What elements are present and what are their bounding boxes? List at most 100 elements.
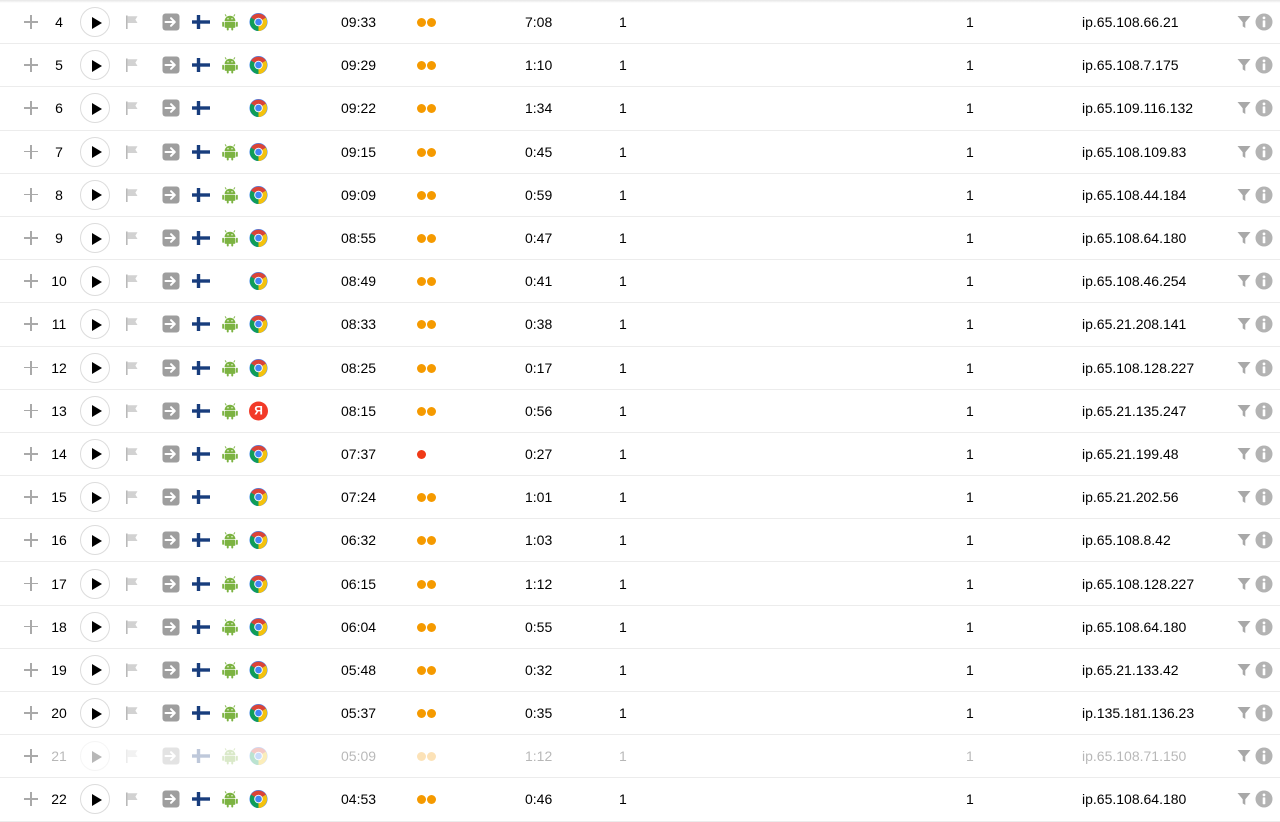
- play-recording-button[interactable]: [80, 309, 110, 340]
- expand-plus-icon[interactable]: [24, 58, 38, 73]
- funnel-filter-icon[interactable]: [1237, 231, 1251, 245]
- flag-icon[interactable]: [124, 576, 140, 592]
- play-recording-button[interactable]: [80, 7, 110, 38]
- info-icon[interactable]: [1255, 531, 1273, 549]
- play-recording-button[interactable]: [80, 93, 110, 124]
- flag-icon[interactable]: [124, 57, 140, 73]
- expand-plus-icon[interactable]: [24, 15, 38, 30]
- flag-icon[interactable]: [124, 144, 140, 160]
- funnel-filter-icon[interactable]: [1237, 15, 1251, 29]
- expand-plus-icon[interactable]: [24, 706, 38, 721]
- expand-plus-icon[interactable]: [24, 403, 38, 418]
- play-recording-button[interactable]: [80, 50, 110, 81]
- expand-plus-icon[interactable]: [24, 101, 38, 116]
- table-row[interactable]: 18 06:04 0:55 1 1 ip.65.108.64.180: [0, 606, 1280, 649]
- expand-plus-icon[interactable]: [24, 446, 38, 461]
- table-row[interactable]: 8 09:09 0:59 1 1 ip.65.108.44.184: [0, 174, 1280, 217]
- expand-plus-icon[interactable]: [24, 792, 38, 807]
- flag-icon[interactable]: [124, 403, 140, 419]
- play-recording-button[interactable]: [80, 136, 110, 167]
- play-recording-button[interactable]: [80, 741, 110, 772]
- info-icon[interactable]: [1255, 186, 1273, 204]
- table-row[interactable]: 6 09:22 1:34 1 1 ip.65.109.116.132: [0, 87, 1280, 131]
- table-row[interactable]: 5 09:29 1:10 1 1 ip.65.108.7.175: [0, 44, 1280, 88]
- funnel-filter-icon[interactable]: [1237, 58, 1251, 72]
- flag-icon[interactable]: [124, 14, 140, 30]
- funnel-filter-icon[interactable]: [1237, 577, 1251, 591]
- flag-icon[interactable]: [124, 273, 140, 289]
- info-icon[interactable]: [1255, 315, 1273, 333]
- table-row[interactable]: 7 09:15 0:45 1 1 ip.65.108.109.83: [0, 131, 1280, 174]
- play-recording-button[interactable]: [80, 611, 110, 642]
- info-icon[interactable]: [1255, 99, 1273, 117]
- expand-plus-icon[interactable]: [24, 360, 38, 375]
- funnel-filter-icon[interactable]: [1237, 361, 1251, 375]
- info-icon[interactable]: [1255, 575, 1273, 593]
- table-row[interactable]: 11 08:33 0:38 1 1 ip.65.21.208.141: [0, 303, 1280, 347]
- info-icon[interactable]: [1255, 56, 1273, 74]
- funnel-filter-icon[interactable]: [1237, 404, 1251, 418]
- table-row[interactable]: 20 05:37 0:35 1 1 ip.135.181.136.23: [0, 692, 1280, 736]
- play-recording-button[interactable]: [80, 525, 110, 556]
- flag-icon[interactable]: [124, 446, 140, 462]
- table-row[interactable]: 21 05:09 1:12 1 1 ip.65.108.71.150: [0, 735, 1280, 779]
- funnel-filter-icon[interactable]: [1237, 145, 1251, 159]
- info-icon[interactable]: [1255, 13, 1273, 31]
- info-icon[interactable]: [1255, 488, 1273, 506]
- table-row[interactable]: 9 08:55 0:47 1 1 ip.65.108.64.180: [0, 217, 1280, 261]
- flag-icon[interactable]: [124, 705, 140, 721]
- funnel-filter-icon[interactable]: [1237, 749, 1251, 763]
- table-row[interactable]: 19 05:48 0:32 1 1 ip.65.21.133.42: [0, 649, 1280, 692]
- play-recording-button[interactable]: [80, 352, 110, 383]
- info-icon[interactable]: [1255, 143, 1273, 161]
- play-recording-button[interactable]: [80, 784, 110, 815]
- funnel-filter-icon[interactable]: [1237, 188, 1251, 202]
- table-row[interactable]: 13 Я 08:15 0:56 1 1 ip.65.21.135.247: [0, 390, 1280, 433]
- funnel-filter-icon[interactable]: [1237, 706, 1251, 720]
- play-recording-button[interactable]: [80, 698, 110, 729]
- table-row[interactable]: 22 04:53 0:46 1 1 ip.65.108.64.180: [0, 778, 1280, 822]
- table-row[interactable]: 4 09:33 7:08 1 1 ip.65.108.66.21: [0, 1, 1280, 45]
- play-recording-button[interactable]: [80, 438, 110, 469]
- table-row[interactable]: 17 06:15 1:12 1 1 ip.65.108.128.227: [0, 562, 1280, 606]
- flag-icon[interactable]: [124, 662, 140, 678]
- expand-plus-icon[interactable]: [24, 533, 38, 548]
- flag-icon[interactable]: [124, 619, 140, 635]
- expand-plus-icon[interactable]: [24, 231, 38, 246]
- info-icon[interactable]: [1255, 618, 1273, 636]
- play-recording-button[interactable]: [80, 179, 110, 210]
- funnel-filter-icon[interactable]: [1237, 620, 1251, 634]
- expand-plus-icon[interactable]: [24, 144, 38, 159]
- info-icon[interactable]: [1255, 747, 1273, 765]
- flag-icon[interactable]: [124, 532, 140, 548]
- flag-icon[interactable]: [124, 360, 140, 376]
- play-recording-button[interactable]: [80, 266, 110, 297]
- funnel-filter-icon[interactable]: [1237, 792, 1251, 806]
- expand-plus-icon[interactable]: [24, 317, 38, 332]
- expand-plus-icon[interactable]: [24, 187, 38, 202]
- funnel-filter-icon[interactable]: [1237, 533, 1251, 547]
- funnel-filter-icon[interactable]: [1237, 101, 1251, 115]
- expand-plus-icon[interactable]: [24, 662, 38, 677]
- flag-icon[interactable]: [124, 187, 140, 203]
- info-icon[interactable]: [1255, 661, 1273, 679]
- table-row[interactable]: 12 08:25 0:17 1 1 ip.65.108.128.227: [0, 347, 1280, 390]
- funnel-filter-icon[interactable]: [1237, 447, 1251, 461]
- flag-icon[interactable]: [124, 748, 140, 764]
- play-recording-button[interactable]: [80, 568, 110, 599]
- info-icon[interactable]: [1255, 402, 1273, 420]
- play-recording-button[interactable]: [80, 654, 110, 685]
- expand-plus-icon[interactable]: [24, 490, 38, 505]
- expand-plus-icon[interactable]: [24, 619, 38, 634]
- info-icon[interactable]: [1255, 272, 1273, 290]
- table-row[interactable]: 16 06:32 1:03 1 1 ip.65.108.8.42: [0, 519, 1280, 563]
- flag-icon[interactable]: [124, 316, 140, 332]
- table-row[interactable]: 14 07:37 0:27 1 1 ip.65.21.199.48: [0, 433, 1280, 477]
- info-icon[interactable]: [1255, 229, 1273, 247]
- info-icon[interactable]: [1255, 445, 1273, 463]
- table-row[interactable]: 10 08:49 0:41 1 1 ip.65.108.46.254: [0, 260, 1280, 304]
- info-icon[interactable]: [1255, 704, 1273, 722]
- expand-plus-icon[interactable]: [24, 274, 38, 289]
- funnel-filter-icon[interactable]: [1237, 317, 1251, 331]
- expand-plus-icon[interactable]: [24, 576, 38, 591]
